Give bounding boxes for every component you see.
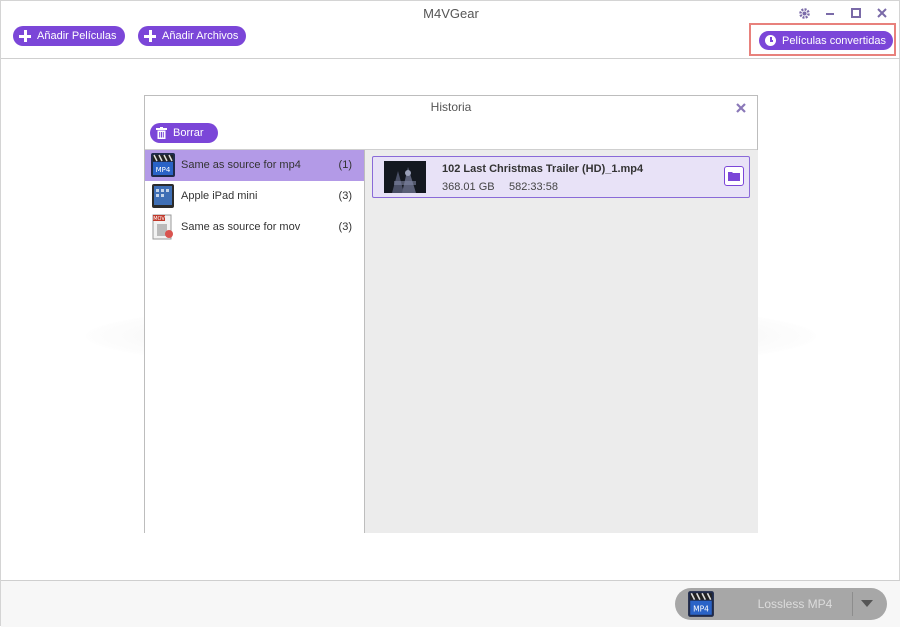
profile-name: Apple iPad mini (181, 190, 258, 202)
converted-highlight-frame: Películas convertidas (749, 23, 896, 56)
profile-count: (1) (338, 159, 352, 171)
delete-button[interactable]: Borrar (150, 123, 218, 143)
toolbar-divider (1, 58, 900, 59)
plus-icon (144, 30, 156, 42)
profile-count: (3) (338, 190, 352, 202)
profile-item[interactable]: MOV Same as source for mov (3) (145, 212, 364, 243)
video-thumbnail (384, 161, 426, 193)
app-window: M4VGear Añadir Películas Añadir Archivos… (0, 0, 900, 627)
profile-name: Same as source for mp4 (181, 159, 301, 171)
output-format-selector[interactable]: MP4 Lossless MP4 (675, 588, 887, 620)
profile-item[interactable]: Apple iPad mini (3) (145, 181, 364, 212)
file-duration: 582:33:58 (509, 181, 558, 193)
converted-movies-button[interactable]: Películas convertidas (759, 31, 893, 50)
clock-icon (765, 35, 776, 46)
plus-icon (19, 30, 31, 42)
chevron-down-icon[interactable] (861, 600, 873, 607)
folder-icon (728, 172, 740, 181)
add-files-label: Añadir Archivos (162, 30, 239, 42)
add-movies-label: Añadir Películas (37, 30, 117, 42)
add-files-button[interactable]: Añadir Archivos (138, 26, 247, 46)
maximize-icon[interactable] (849, 6, 863, 20)
svg-text:MP4: MP4 (693, 605, 709, 614)
dialog-title: Historia (430, 100, 472, 114)
trash-icon (156, 127, 167, 139)
profile-name: Same as source for mov (181, 221, 301, 233)
window-controls (797, 6, 889, 20)
add-movies-button[interactable]: Añadir Películas (13, 26, 125, 46)
ipad-icon (150, 183, 176, 209)
mp4-format-icon: MP4 (687, 590, 715, 618)
profile-item[interactable]: MP4 Same as source for mp4 (1) (145, 150, 364, 181)
delete-label: Borrar (173, 127, 204, 139)
svg-text:MOV: MOV (153, 216, 165, 222)
close-icon[interactable] (875, 6, 889, 20)
svg-text:MP4: MP4 (156, 166, 171, 174)
mp4-video-icon: MP4 (150, 152, 176, 178)
file-item[interactable]: 102 Last Christmas Trailer (HD)_1.mp4 36… (372, 156, 750, 198)
output-format-label: Lossless MP4 (757, 597, 833, 611)
converted-movies-label: Películas convertidas (782, 34, 886, 47)
history-dialog: Historia Borrar MP4 Same as source for m… (144, 95, 758, 533)
minimize-icon[interactable] (823, 6, 837, 20)
profile-count: (3) (338, 221, 352, 233)
window-title: M4VGear (423, 6, 479, 21)
converted-files-pane: 102 Last Christmas Trailer (HD)_1.mp4 36… (365, 150, 758, 533)
file-name: 102 Last Christmas Trailer (HD)_1.mp4 (442, 163, 644, 175)
open-folder-button[interactable] (724, 166, 744, 186)
profile-list: MP4 Same as source for mp4 (1) Apple iPa… (145, 150, 365, 533)
dialog-close-icon[interactable] (735, 101, 747, 113)
format-divider (852, 592, 853, 616)
settings-gear-icon[interactable] (797, 6, 811, 20)
mov-file-icon: MOV (150, 214, 176, 240)
file-size: 368.01 GB (442, 181, 495, 193)
